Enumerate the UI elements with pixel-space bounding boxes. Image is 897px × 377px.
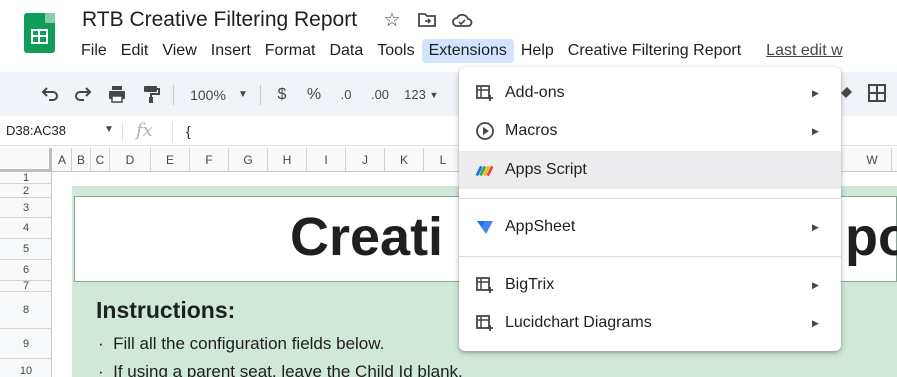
star-icon[interactable]: ☆ <box>381 10 403 32</box>
column-header[interactable]: B <box>72 148 91 172</box>
menu-item-label: Lucidchart Diagrams <box>505 314 652 331</box>
row-headers: 1 2 3 4 5 6 7 8 9 10 <box>0 172 52 377</box>
apps-script-icon <box>475 160 495 180</box>
row-header[interactable]: 1 <box>0 172 52 184</box>
column-header[interactable]: E <box>151 148 190 172</box>
menu-bar: File Edit View Insert Format Data Tools … <box>74 38 843 64</box>
row-header[interactable]: 7 <box>0 280 52 292</box>
row-header[interactable]: 10 <box>0 359 52 377</box>
menu-item-add-ons[interactable]: Add-ons ▶ <box>459 75 841 111</box>
menu-extensions[interactable]: Extensions <box>421 39 514 63</box>
menu-edit[interactable]: Edit <box>114 39 156 63</box>
report-title-overflow: po <box>845 207 897 267</box>
menu-item-label: BigTrix <box>505 276 555 293</box>
paint-format-icon[interactable] <box>139 83 163 107</box>
instructions-heading: Instructions: <box>96 297 236 323</box>
menu-item-appsheet[interactable]: AppSheet ▶ <box>459 209 841 245</box>
menu-help[interactable]: Help <box>514 39 561 63</box>
column-header[interactable]: W <box>853 148 892 172</box>
format-percent-button[interactable]: % <box>304 83 324 107</box>
report-title: Creati <box>290 207 444 267</box>
name-box-dropdown-icon[interactable]: ▼ <box>104 124 114 135</box>
menu-item-macros[interactable]: Macros ▶ <box>459 113 841 149</box>
menu-item-bigtrix[interactable]: BigTrix ▶ <box>459 267 841 303</box>
menu-format[interactable]: Format <box>258 39 323 63</box>
lucidchart-icon <box>475 313 495 333</box>
menu-divider <box>459 198 841 199</box>
print-icon[interactable] <box>105 83 129 107</box>
menu-tools[interactable]: Tools <box>370 39 421 63</box>
sheets-window: RTB Creative Filtering Report ☆ File Edi… <box>0 0 897 377</box>
select-all-corner[interactable] <box>0 148 52 172</box>
name-box[interactable]: D38:AC38 <box>6 123 66 138</box>
formula-input[interactable]: { <box>186 123 191 139</box>
column-header[interactable]: K <box>385 148 424 172</box>
appsheet-icon <box>475 217 495 237</box>
row-header[interactable]: 6 <box>0 260 52 281</box>
zoom-dropdown-icon[interactable]: ▼ <box>236 83 250 107</box>
column-header[interactable]: A <box>53 148 72 172</box>
more-formats-button[interactable]: 123 <box>400 83 430 107</box>
menu-item-apps-script[interactable]: Apps Script <box>459 151 841 189</box>
redo-icon[interactable] <box>71 83 95 107</box>
cloud-status-icon[interactable] <box>451 10 473 32</box>
submenu-arrow-icon: ▶ <box>812 87 819 98</box>
row-header[interactable]: 3 <box>0 198 52 218</box>
menu-item-label: Add-ons <box>505 84 565 101</box>
menu-item-lucidchart[interactable]: Lucidchart Diagrams ▶ <box>459 305 841 341</box>
column-header[interactable]: C <box>91 148 110 172</box>
move-to-folder-icon[interactable] <box>416 10 438 32</box>
column-header[interactable]: I <box>307 148 346 172</box>
column-header[interactable]: G <box>229 148 268 172</box>
menu-file[interactable]: File <box>74 39 114 63</box>
add-ons-icon <box>475 83 495 103</box>
instruction-item: · Fill all the configuration fields belo… <box>98 334 385 353</box>
column-header[interactable]: H <box>268 148 307 172</box>
sheets-logo-icon[interactable] <box>24 13 55 53</box>
row-header[interactable]: 4 <box>0 218 52 239</box>
more-formats-dropdown-icon[interactable]: ▼ <box>428 83 440 107</box>
menu-creative-filtering-report[interactable]: Creative Filtering Report <box>561 39 748 63</box>
function-icon: fx <box>136 120 153 141</box>
zoom-select[interactable]: 100% <box>186 83 230 107</box>
column-header[interactable]: L <box>424 148 463 172</box>
row-header[interactable]: 9 <box>0 329 52 359</box>
row-header[interactable]: 8 <box>0 292 52 329</box>
extensions-menu: Add-ons ▶ Macros ▶ Apps Script AppSheet … <box>459 67 841 351</box>
menu-item-label: Apps Script <box>505 161 587 178</box>
document-title[interactable]: RTB Creative Filtering Report <box>82 8 357 32</box>
undo-icon[interactable] <box>38 83 62 107</box>
increase-decimal-button[interactable]: .00 <box>367 83 393 107</box>
menu-insert[interactable]: Insert <box>204 39 258 63</box>
decrease-decimal-button[interactable]: .0 <box>334 83 358 107</box>
row-header[interactable]: 5 <box>0 239 52 260</box>
instruction-item: · If using a parent seat, leave the Chil… <box>98 362 463 377</box>
menu-item-label: AppSheet <box>505 218 576 235</box>
borders-icon[interactable] <box>866 83 888 107</box>
menu-data[interactable]: Data <box>322 39 370 63</box>
menu-divider <box>459 256 841 257</box>
macros-icon <box>475 121 495 141</box>
column-header[interactable]: J <box>346 148 385 172</box>
row-header[interactable]: 2 <box>0 184 52 198</box>
bigtrix-icon <box>475 275 495 295</box>
column-header[interactable]: D <box>110 148 151 172</box>
submenu-arrow-icon: ▶ <box>812 317 819 328</box>
submenu-arrow-icon: ▶ <box>812 221 819 232</box>
last-edit-link[interactable]: Last edit w <box>766 39 842 63</box>
submenu-arrow-icon: ▶ <box>812 125 819 136</box>
submenu-arrow-icon: ▶ <box>812 279 819 290</box>
column-header[interactable]: F <box>190 148 229 172</box>
format-currency-button[interactable]: $ <box>272 83 292 107</box>
menu-view[interactable]: View <box>155 39 203 63</box>
menu-item-label: Macros <box>505 122 558 139</box>
